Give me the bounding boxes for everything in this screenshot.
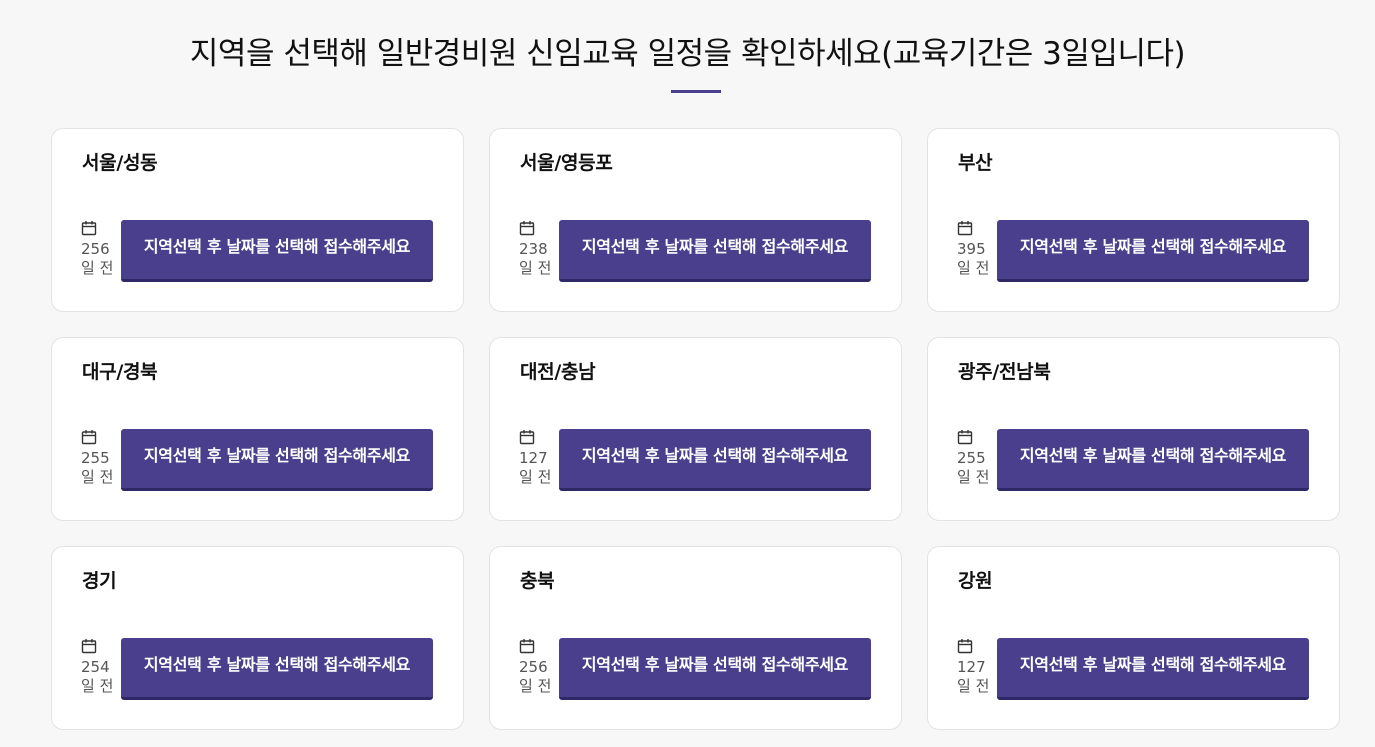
region-name: 대전/충남 bbox=[520, 361, 596, 383]
dday-counter: 255 일 전 bbox=[81, 429, 121, 487]
region-card: 대전/충남 127 일 전 지역선택 후 날짜를 선택해 접수해주세요 bbox=[489, 337, 902, 521]
dday-number: 256 bbox=[81, 240, 110, 258]
calendar-icon bbox=[519, 639, 535, 654]
dday-unit: 일 전 bbox=[519, 259, 552, 277]
page-title: 지역을 선택해 일반경비원 신임교육 일정을 확인하세요(교육기간은 3일입니다… bbox=[189, 36, 1186, 72]
dday-unit: 일 전 bbox=[519, 677, 552, 695]
dday-unit: 일 전 bbox=[81, 259, 114, 277]
calendar-icon bbox=[81, 430, 97, 445]
dday-unit: 일 전 bbox=[957, 468, 990, 486]
calendar-icon bbox=[957, 639, 973, 654]
apply-button[interactable]: 지역선택 후 날짜를 선택해 접수해주세요 bbox=[559, 429, 871, 491]
dday-number: 395 bbox=[957, 240, 986, 258]
region-name: 충북 bbox=[520, 570, 555, 592]
calendar-icon bbox=[81, 221, 97, 236]
title-underline bbox=[671, 90, 721, 93]
dday-counter: 255 일 전 bbox=[957, 429, 997, 487]
apply-button[interactable]: 지역선택 후 날짜를 선택해 접수해주세요 bbox=[559, 220, 871, 282]
region-card: 충북 256 일 전 지역선택 후 날짜를 선택해 접수해주세요 bbox=[489, 546, 902, 730]
dday-number: 254 bbox=[81, 658, 110, 676]
region-name: 경기 bbox=[82, 570, 117, 592]
dday-unit: 일 전 bbox=[957, 677, 990, 695]
page: 지역을 선택해 일반경비원 신임교육 일정을 확인하세요(교육기간은 3일입니다… bbox=[0, 0, 1375, 747]
calendar-icon bbox=[519, 430, 535, 445]
region-card: 서울/영등포 238 일 전 지역선택 후 날짜를 선택해 접수해주세요 bbox=[489, 128, 902, 312]
region-card: 광주/전남북 255 일 전 지역선택 후 날짜를 선택해 접수해주세요 bbox=[927, 337, 1340, 521]
region-card: 경기 254 일 전 지역선택 후 날짜를 선택해 접수해주세요 bbox=[51, 546, 464, 730]
region-name: 서울/성동 bbox=[82, 152, 158, 174]
calendar-icon bbox=[957, 221, 973, 236]
apply-button[interactable]: 지역선택 후 날짜를 선택해 접수해주세요 bbox=[559, 638, 871, 700]
region-name: 광주/전남북 bbox=[958, 361, 1051, 383]
apply-button[interactable]: 지역선택 후 날짜를 선택해 접수해주세요 bbox=[997, 429, 1309, 491]
region-card: 서울/성동 256 일 전 지역선택 후 날짜를 선택해 접수해주세요 bbox=[51, 128, 464, 312]
dday-number: 238 bbox=[519, 240, 548, 258]
region-name: 강원 bbox=[958, 570, 993, 592]
dday-counter: 127 일 전 bbox=[519, 429, 559, 487]
apply-button[interactable]: 지역선택 후 날짜를 선택해 접수해주세요 bbox=[997, 638, 1309, 700]
apply-button[interactable]: 지역선택 후 날짜를 선택해 접수해주세요 bbox=[997, 220, 1309, 282]
calendar-icon bbox=[957, 430, 973, 445]
dday-counter: 256 일 전 bbox=[519, 638, 559, 696]
region-name: 부산 bbox=[958, 152, 993, 174]
calendar-icon bbox=[519, 221, 535, 236]
calendar-icon bbox=[81, 639, 97, 654]
dday-number: 127 bbox=[519, 449, 548, 467]
dday-unit: 일 전 bbox=[81, 468, 114, 486]
apply-button[interactable]: 지역선택 후 날짜를 선택해 접수해주세요 bbox=[121, 638, 433, 700]
dday-counter: 395 일 전 bbox=[957, 220, 997, 278]
region-card: 대구/경북 255 일 전 지역선택 후 날짜를 선택해 접수해주세요 bbox=[51, 337, 464, 521]
dday-unit: 일 전 bbox=[519, 468, 552, 486]
dday-unit: 일 전 bbox=[957, 259, 990, 277]
apply-button[interactable]: 지역선택 후 날짜를 선택해 접수해주세요 bbox=[121, 220, 433, 282]
region-card: 부산 395 일 전 지역선택 후 날짜를 선택해 접수해주세요 bbox=[927, 128, 1340, 312]
dday-number: 256 bbox=[519, 658, 548, 676]
dday-unit: 일 전 bbox=[81, 677, 114, 695]
region-grid: 서울/성동 256 일 전 지역선택 후 날짜를 선택해 접수해주세요 서울/영… bbox=[51, 128, 1340, 730]
dday-counter: 238 일 전 bbox=[519, 220, 559, 278]
dday-counter: 127 일 전 bbox=[957, 638, 997, 696]
dday-number: 255 bbox=[957, 449, 986, 467]
region-card: 강원 127 일 전 지역선택 후 날짜를 선택해 접수해주세요 bbox=[927, 546, 1340, 730]
dday-number: 127 bbox=[957, 658, 986, 676]
region-name: 서울/영등포 bbox=[520, 152, 613, 174]
dday-counter: 256 일 전 bbox=[81, 220, 121, 278]
dday-number: 255 bbox=[81, 449, 110, 467]
region-name: 대구/경북 bbox=[82, 361, 158, 383]
apply-button[interactable]: 지역선택 후 날짜를 선택해 접수해주세요 bbox=[121, 429, 433, 491]
dday-counter: 254 일 전 bbox=[81, 638, 121, 696]
